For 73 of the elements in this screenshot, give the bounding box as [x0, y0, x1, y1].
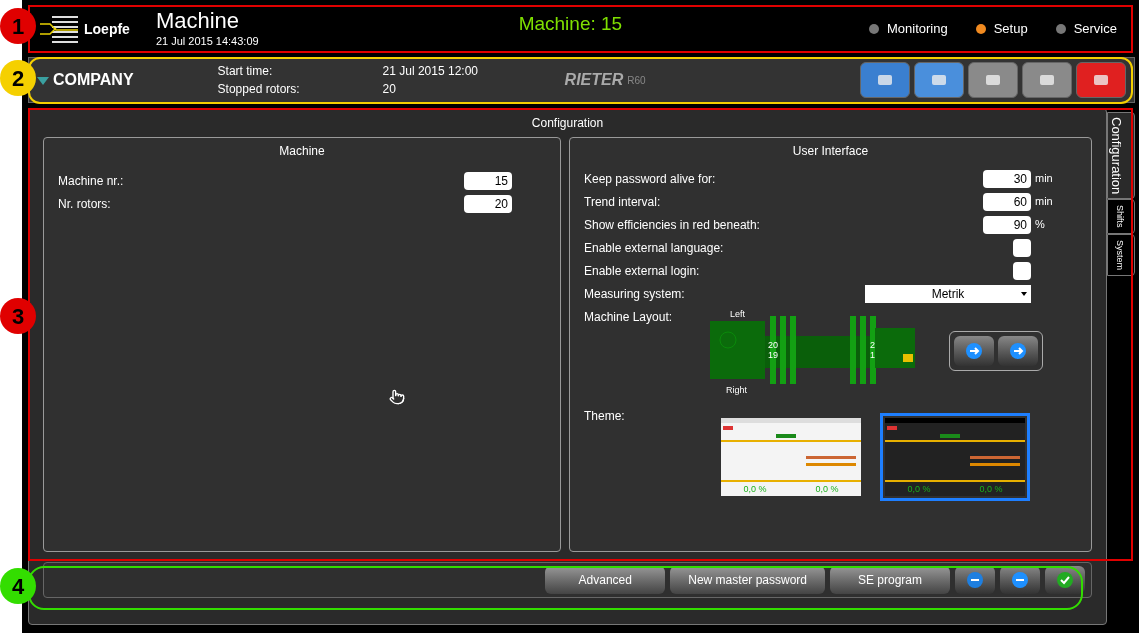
number-field[interactable]: 15 [464, 172, 512, 190]
measuring-select[interactable]: Metrik [865, 285, 1031, 303]
section-title: User Interface [792, 143, 869, 160]
action-button[interactable]: Advanced [545, 566, 666, 594]
info-label: Stopped rotors: [217, 81, 301, 98]
checkmark-icon [1056, 571, 1074, 589]
theme-option[interactable]: 0,0 % 0,0 % [880, 413, 1030, 501]
checkbox[interactable] [1013, 239, 1031, 257]
field-label: Trend interval: [584, 194, 662, 211]
field-label: Keep password alive for: [584, 171, 717, 188]
icon-button[interactable] [1000, 566, 1040, 594]
pointer-cursor-icon [389, 389, 405, 405]
number-field[interactable]: 60 [983, 193, 1031, 211]
callout-marker: 3 [0, 298, 36, 334]
field-label: Enable external login: [584, 263, 701, 280]
company-name: COMPANY [53, 70, 134, 90]
company-logo-icon [37, 75, 49, 85]
rotor-number: 20 [768, 340, 778, 350]
section-title: Machine [279, 143, 325, 160]
info-value: 21 Jul 2015 12:00 [382, 63, 479, 80]
layout-label: Left [730, 308, 745, 321]
toolbar-button[interactable] [1022, 62, 1072, 98]
mode-button[interactable]: Monitoring [868, 19, 948, 39]
icon-button[interactable] [1045, 566, 1085, 594]
page-title: Machine [155, 8, 241, 33]
mode-button[interactable]: Setup [975, 19, 1028, 39]
rotate-button[interactable] [998, 335, 1038, 366]
toolbar-button[interactable] [968, 62, 1018, 98]
number-field[interactable]: 30 [983, 170, 1031, 188]
rotate-button[interactable] [954, 335, 994, 366]
action-button[interactable]: SE program [830, 566, 950, 594]
info-label: Start time: [217, 63, 274, 80]
efficiency-reading: 0,0 % [815, 482, 839, 496]
machine-brand: RIETER [564, 70, 624, 90]
efficiency-reading: 0,0 % [743, 482, 767, 496]
rotor-number: 1 [870, 350, 875, 360]
number-field[interactable]: 20 [464, 195, 512, 213]
callout-marker: 2 [0, 60, 36, 96]
icon-button[interactable] [955, 566, 995, 594]
checkbox[interactable] [1013, 262, 1031, 280]
side-tab[interactable]: Configuration [1107, 112, 1135, 200]
efficiency-reading: 0,0 % [907, 482, 931, 496]
mode-button[interactable]: Service [1055, 19, 1117, 39]
machine-model: R60 [627, 73, 646, 88]
dropdown-caret-icon [1021, 292, 1027, 296]
field-label: Theme: [584, 408, 626, 425]
field-label: Enable external language: [584, 240, 725, 257]
field-label: Machine Layout: [584, 309, 674, 326]
rotor-number: 19 [768, 350, 778, 360]
toolbar-button[interactable] [860, 62, 910, 98]
brand-name: Loepfe [84, 19, 130, 39]
unit-label: min [1034, 171, 1051, 186]
machine-label: Machine: 15 [518, 11, 623, 36]
info-value: 20 [382, 81, 397, 98]
field-label: Machine nr.: [58, 173, 124, 190]
field-label: Nr. rotors: [58, 196, 111, 213]
field-label: Measuring system: [584, 286, 686, 303]
number-field[interactable]: 90 [983, 216, 1031, 234]
unit-label: min [1034, 194, 1051, 209]
callout-marker: 1 [0, 8, 36, 44]
date-time: 21 Jul 2015 14:43:09 [155, 33, 259, 49]
callout-marker: 4 [0, 568, 36, 604]
toolbar-button[interactable] [1076, 62, 1126, 98]
unit-label: % [1034, 217, 1046, 232]
rotor-number: 2 [870, 340, 875, 350]
efficiency-reading: 0,0 % [979, 482, 1003, 496]
logo-icon [38, 14, 80, 44]
layout-label: Right [726, 383, 747, 397]
field-label: Show efficiencies in red beneath: [584, 217, 761, 234]
side-tab[interactable]: Shifts [1107, 199, 1135, 234]
action-button[interactable]: New master password [670, 566, 825, 594]
toolbar-button[interactable] [914, 62, 964, 98]
panel-title: Configuration [531, 115, 604, 132]
